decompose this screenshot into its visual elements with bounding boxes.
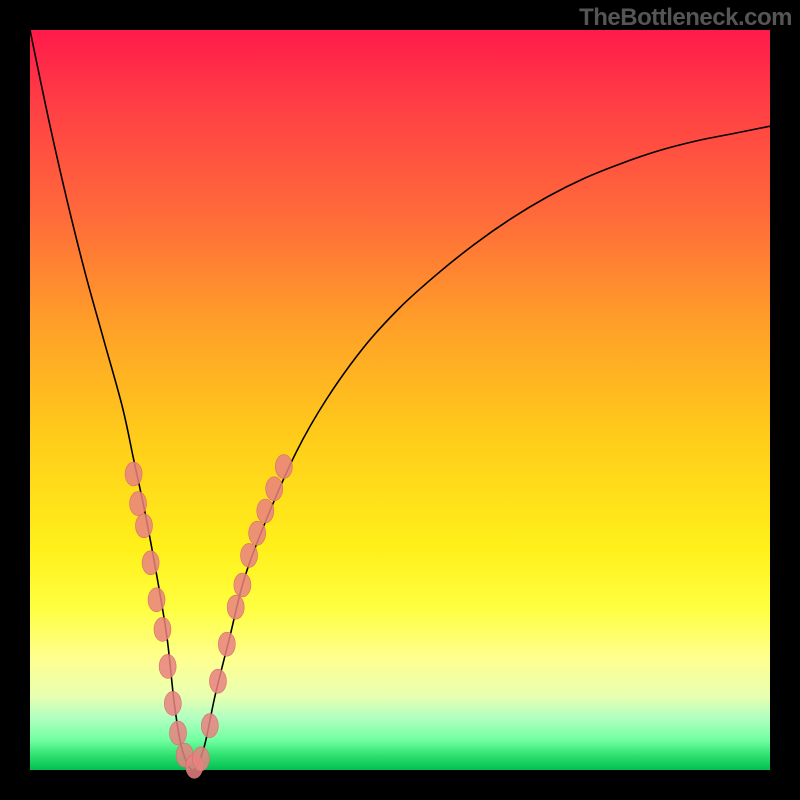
data-point (234, 573, 251, 597)
data-point (154, 617, 171, 641)
data-point (159, 654, 176, 678)
data-point (218, 632, 235, 656)
outer-frame: TheBottleneck.com (0, 0, 800, 800)
data-point (135, 514, 152, 538)
v-curve-line (30, 30, 770, 770)
data-point-cluster (125, 455, 292, 779)
data-point (201, 714, 218, 738)
chart-overlay (30, 30, 770, 770)
data-point (249, 521, 266, 545)
watermark-text: TheBottleneck.com (579, 4, 792, 32)
data-point (266, 477, 283, 501)
data-point (148, 588, 165, 612)
data-point (275, 455, 292, 479)
data-point (192, 747, 209, 771)
data-point (164, 691, 181, 715)
data-point (125, 462, 142, 486)
data-point (227, 595, 244, 619)
data-point (142, 551, 159, 575)
data-point (130, 492, 147, 516)
data-point (241, 543, 258, 567)
data-point (209, 669, 226, 693)
data-point (170, 721, 187, 745)
data-point (257, 499, 274, 523)
